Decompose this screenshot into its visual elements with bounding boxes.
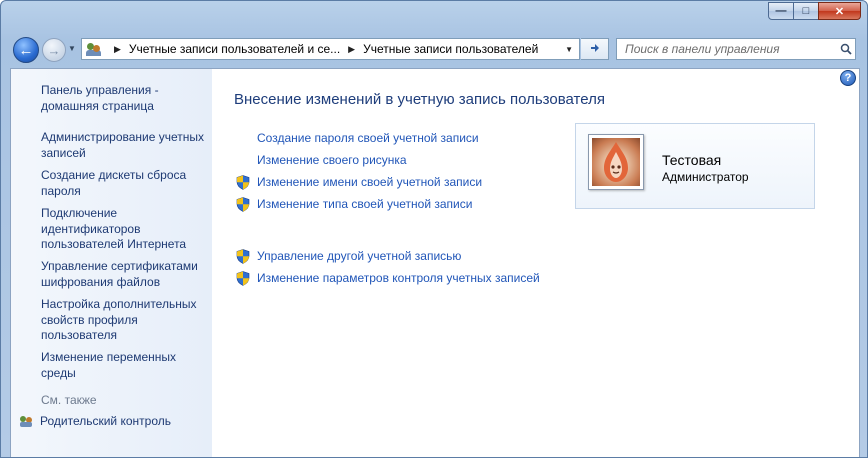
forward-arrow-icon[interactable]: → (42, 38, 66, 62)
sidebar-item-manage-accounts[interactable]: Администрирование учетных записей (41, 130, 211, 161)
content-area: Панель управления - домашняя страница Ад… (10, 68, 860, 457)
help-icon[interactable]: ? (840, 70, 856, 86)
account-tile: Тестовая Администратор (575, 123, 815, 209)
caption-buttons: — □ ✕ (768, 2, 861, 20)
task-label: Изменение имени своей учетной записи (257, 175, 483, 189)
breadcrumb-item-parent[interactable]: Учетные записи пользователей и се... (129, 42, 340, 56)
parental-control-icon (20, 416, 32, 427)
task-label: Создание пароля своей учетной записи (257, 131, 479, 145)
address-bar[interactable]: ▶ Учетные записи пользователей и се... ▶… (81, 38, 580, 60)
account-role: Администратор (662, 170, 749, 184)
task-change-name[interactable]: Изменение имени своей учетной записи (235, 174, 482, 190)
task-label: Управление другой учетной записью (257, 249, 462, 263)
task-label: Изменение своего рисунка (257, 153, 407, 167)
task-label: Изменение типа своей учетной записи (257, 197, 473, 211)
sidebar-item-online-ids[interactable]: Подключение идентификаторов пользователе… (41, 206, 211, 253)
breadcrumb-chevron-icon[interactable]: ▶ (348, 44, 355, 55)
breadcrumb-item-current[interactable]: Учетные записи пользователей (363, 42, 538, 56)
task-spacer (235, 130, 251, 146)
uac-shield-icon (235, 248, 251, 264)
search-icon[interactable] (837, 43, 855, 55)
task-spacer (235, 152, 251, 168)
minimize-button[interactable]: — (768, 2, 794, 20)
uac-shield-icon (235, 174, 251, 190)
task-create-password[interactable]: Создание пароля своей учетной записи (235, 130, 479, 146)
task-change-picture[interactable]: Изменение своего рисунка (235, 152, 407, 168)
avatar-picture (592, 138, 640, 186)
uac-shield-icon (235, 196, 251, 212)
navigation-bar: ← → ▼ ▶ Учетные записи пользователей и с… (1, 33, 867, 65)
uac-shield-icon (235, 270, 251, 286)
user-accounts-icon (86, 41, 102, 57)
recent-pages-dropdown-icon[interactable]: ▼ (68, 44, 76, 53)
sidebar-item-reset-disk[interactable]: Создание дискеты сброса пароля (41, 168, 211, 199)
avatar[interactable] (588, 134, 644, 190)
see-also-heading: См. также (41, 393, 97, 407)
task-label: Изменение параметров контроля учетных за… (257, 271, 540, 285)
account-name: Тестовая (662, 152, 722, 168)
close-button[interactable]: ✕ (818, 2, 861, 20)
control-panel-window: — □ ✕ ← → ▼ ▶ Учетные записи пользовател… (0, 0, 868, 458)
breadcrumb-chevron-icon[interactable]: ▶ (114, 44, 121, 55)
page-title: Внесение изменений в учетную запись поль… (234, 91, 605, 108)
maximize-button[interactable]: □ (793, 2, 819, 20)
sidebar-item-parental-control[interactable]: Родительский контроль (19, 414, 171, 428)
refresh-button[interactable] (581, 38, 609, 60)
sidebar-item-certificates[interactable]: Управление сертификатами шифрования файл… (41, 259, 211, 290)
task-manage-other-account[interactable]: Управление другой учетной записью (235, 248, 461, 264)
search-box[interactable] (616, 38, 856, 60)
back-arrow-icon[interactable]: ← (13, 37, 39, 63)
sidebar: Панель управления - домашняя страница Ад… (11, 69, 212, 457)
sidebar-item-home[interactable]: Панель управления - домашняя страница (41, 83, 211, 114)
search-input[interactable] (623, 41, 837, 57)
task-change-type[interactable]: Изменение типа своей учетной записи (235, 196, 472, 212)
sidebar-item-profile-properties[interactable]: Настройка дополнительных свойств профиля… (41, 297, 211, 344)
parental-control-label: Родительский контроль (40, 414, 171, 428)
task-uac-settings[interactable]: Изменение параметров контроля учетных за… (235, 270, 540, 286)
sidebar-item-environment-variables[interactable]: Изменение переменных среды (41, 350, 211, 381)
refresh-icon (590, 44, 599, 52)
address-dropdown-icon[interactable]: ▼ (565, 45, 573, 54)
